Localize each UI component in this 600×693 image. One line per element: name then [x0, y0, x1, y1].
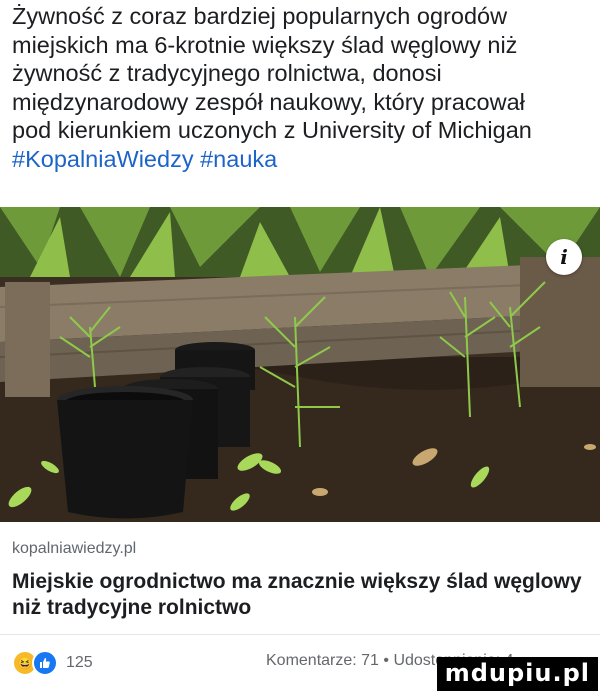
post-text-line: żywność z tradycyjnego rolnictwa, donosi — [12, 60, 442, 87]
link-domain: kopalniawiedzy.pl — [12, 540, 137, 557]
hashtag-line: #KopalniaWiedzy #nauka — [12, 145, 592, 174]
post-text-line: miejskich ma 6-krotnie większy ślad węgl… — [12, 31, 518, 58]
divider — [0, 634, 600, 635]
post-text-line: pod kierunkiem uczonych z University of … — [12, 117, 532, 144]
wooden-post — [520, 257, 600, 387]
hashtag-link[interactable]: #KopalniaWiedzy — [12, 146, 194, 172]
post-text-line: Żywność z coraz bardziej popularnych ogr… — [12, 3, 508, 29]
wooden-post — [5, 282, 50, 397]
post-text-line: międzynarodowy zespół naukowy, który pra… — [12, 88, 525, 115]
post-text: Żywność z coraz bardziej popularnych ogr… — [12, 2, 592, 174]
garden-photo — [0, 207, 600, 522]
link-preview-image[interactable]: i — [0, 207, 600, 522]
hashtag-link[interactable]: #nauka — [200, 146, 277, 172]
like-reaction-icon — [32, 650, 58, 676]
watermark-logo: mdupiu.pl — [436, 657, 598, 691]
info-icon[interactable]: i — [546, 239, 582, 275]
link-preview[interactable]: kopalniawiedzy.pl Miejskie ogrodnictwo m… — [0, 522, 600, 634]
link-title: Miejskie ogrodnictwo ma znacznie większy… — [12, 570, 582, 619]
reaction-count: 125 — [66, 654, 93, 671]
reactions-summary[interactable]: 😆 125 — [12, 650, 93, 676]
